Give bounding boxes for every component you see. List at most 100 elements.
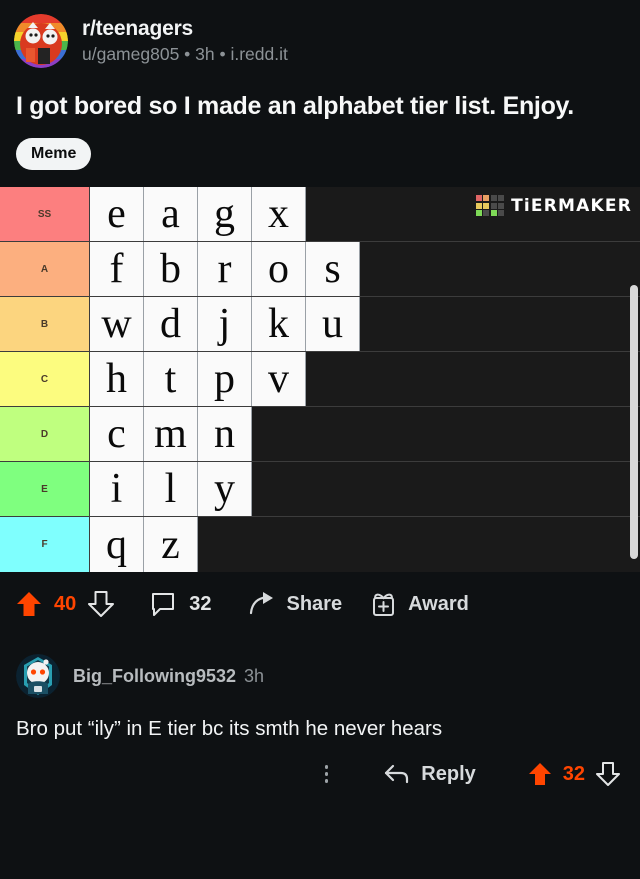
post-meta: u/gameg805 • 3h • i.redd.it xyxy=(82,44,288,64)
comment-group[interactable]: 32 xyxy=(150,591,212,617)
share-label: Share xyxy=(286,592,343,615)
tier-cells: wdjku xyxy=(90,297,360,351)
tier-cells: htpv xyxy=(90,352,306,406)
tiermaker-logo-cell xyxy=(490,210,497,216)
post-flair-badge[interactable]: Meme xyxy=(16,138,92,170)
award-gift-icon[interactable] xyxy=(370,591,397,618)
comment-vote-group: 32 xyxy=(528,761,620,787)
tiermaker-watermark: TiERMAKER xyxy=(475,195,632,216)
tier-item[interactable]: t xyxy=(144,352,198,406)
reply-arrow-icon[interactable] xyxy=(384,763,410,785)
tier-item[interactable]: e xyxy=(90,187,144,241)
tiermaker-logo-cell xyxy=(498,210,505,216)
tier-item[interactable]: k xyxy=(252,297,306,351)
tier-item[interactable]: p xyxy=(198,352,252,406)
tier-item[interactable]: w xyxy=(90,297,144,351)
post-title: I got bored so I made an alphabet tier l… xyxy=(16,92,574,120)
tier-row: Fqz xyxy=(0,517,640,572)
award-label: Award xyxy=(408,592,469,615)
tier-item[interactable]: h xyxy=(90,352,144,406)
reply-button[interactable]: Reply xyxy=(384,762,476,786)
tier-item[interactable]: a xyxy=(144,187,198,241)
tier-item[interactable]: i xyxy=(90,462,144,516)
comment-downvote-icon[interactable] xyxy=(596,761,620,787)
subreddit-name[interactable]: r/teenagers xyxy=(82,16,288,41)
tiermaker-logo-cell xyxy=(475,210,482,216)
tier-item[interactable]: n xyxy=(198,407,252,461)
tier-label-c[interactable]: C xyxy=(0,352,90,406)
comment-timestamp: 3h xyxy=(244,665,265,686)
tier-item[interactable]: b xyxy=(144,242,198,296)
tier-row: Dcmn xyxy=(0,407,640,462)
commenter-avatar[interactable] xyxy=(16,654,60,698)
tier-item[interactable]: d xyxy=(144,297,198,351)
tier-row: Chtpv xyxy=(0,352,640,407)
tierlist-image[interactable]: SS e a g x Af b r o s Bw d j k u Ch t p v Dc m n Ei l y Fq z TiERM… xyxy=(0,187,640,572)
tier-label-d[interactable]: D xyxy=(0,407,90,461)
tier-item[interactable]: z xyxy=(144,517,198,572)
comment-upvote-icon[interactable] xyxy=(528,761,552,787)
tiermaker-logo-cell xyxy=(483,210,490,216)
tiermaker-logo-cell xyxy=(498,195,505,201)
tier-cells: fbros xyxy=(90,242,360,296)
comment-count: 32 xyxy=(189,592,212,615)
tier-item[interactable]: j xyxy=(198,297,252,351)
comment-username[interactable]: Big_Following9532 xyxy=(73,666,236,687)
tier-item[interactable]: g xyxy=(198,187,252,241)
tiermaker-logo-cell xyxy=(475,202,482,209)
flair-row: Meme xyxy=(0,122,640,170)
tier-cells: cmn xyxy=(90,407,252,461)
kebab-menu-icon[interactable] xyxy=(324,765,329,783)
tier-cells: ily xyxy=(90,462,252,516)
tier-label-b[interactable]: B xyxy=(0,297,90,351)
post-header-text: r/teenagers u/gameg805 • 3h • i.redd.it xyxy=(82,16,288,66)
tier-item[interactable]: u xyxy=(306,297,360,351)
subreddit-avatar-wrap[interactable] xyxy=(14,14,68,68)
tiermaker-logo-cell xyxy=(490,195,497,201)
tier-item[interactable]: f xyxy=(90,242,144,296)
tier-item[interactable]: m xyxy=(144,407,198,461)
tier-label-e[interactable]: E xyxy=(0,462,90,516)
reddit-post-screen: r/teenagers u/gameg805 • 3h • i.redd.it … xyxy=(0,0,640,879)
tier-item[interactable]: q xyxy=(90,517,144,572)
tier-item[interactable]: s xyxy=(306,242,360,296)
tiermaker-logo-cell xyxy=(483,202,490,209)
tier-item[interactable]: r xyxy=(198,242,252,296)
tier-cells: qz xyxy=(90,517,198,572)
post-action-bar: 40 32 Share Award xyxy=(0,572,640,636)
post-header: r/teenagers u/gameg805 • 3h • i.redd.it xyxy=(0,0,640,68)
subreddit-avatar[interactable] xyxy=(14,14,68,68)
commenter-avatar-art xyxy=(16,654,60,698)
comment-score: 32 xyxy=(562,762,585,785)
tiermaker-logo-cell xyxy=(483,195,490,201)
comment-action-row: Reply 32 xyxy=(16,761,624,787)
share-arrow-icon[interactable] xyxy=(248,591,276,617)
tiermaker-logo-cell xyxy=(498,202,505,209)
tiermaker-logo-icon xyxy=(475,195,505,216)
share-button[interactable]: Share xyxy=(248,591,343,617)
vote-group: 40 xyxy=(16,590,115,618)
tier-item[interactable]: v xyxy=(252,352,306,406)
tier-item[interactable]: y xyxy=(198,462,252,516)
tier-label-f[interactable]: F xyxy=(0,517,90,572)
tiermaker-logo-cell xyxy=(475,195,482,201)
reply-label: Reply xyxy=(421,762,476,785)
tier-cells: eagx xyxy=(90,187,306,241)
downvote-arrow-icon[interactable] xyxy=(88,590,115,618)
tier-row: Eily xyxy=(0,462,640,517)
comment-thread: Big_Following9532 3h Bro put “ily” in E … xyxy=(0,636,640,787)
comment-bubble-icon[interactable] xyxy=(150,591,176,617)
image-scrollbar[interactable] xyxy=(630,285,638,559)
tier-item[interactable]: x xyxy=(252,187,306,241)
tier-item[interactable]: c xyxy=(90,407,144,461)
tier-label-a[interactable]: A xyxy=(0,242,90,296)
tier-label-ss[interactable]: SS xyxy=(0,187,90,241)
tier-item[interactable]: o xyxy=(252,242,306,296)
award-button[interactable]: Award xyxy=(370,591,469,618)
tier-row: Afbros xyxy=(0,242,640,297)
tier-item[interactable]: l xyxy=(144,462,198,516)
upvote-arrow-icon[interactable] xyxy=(16,590,42,618)
post-score: 40 xyxy=(54,592,77,615)
tierlist-rows: SS e a g x Af b r o s Bw d j k u Ch t p v Dc m n Ei l y Fq z xyxy=(0,187,640,572)
tiermaker-logo-cell xyxy=(490,202,497,209)
